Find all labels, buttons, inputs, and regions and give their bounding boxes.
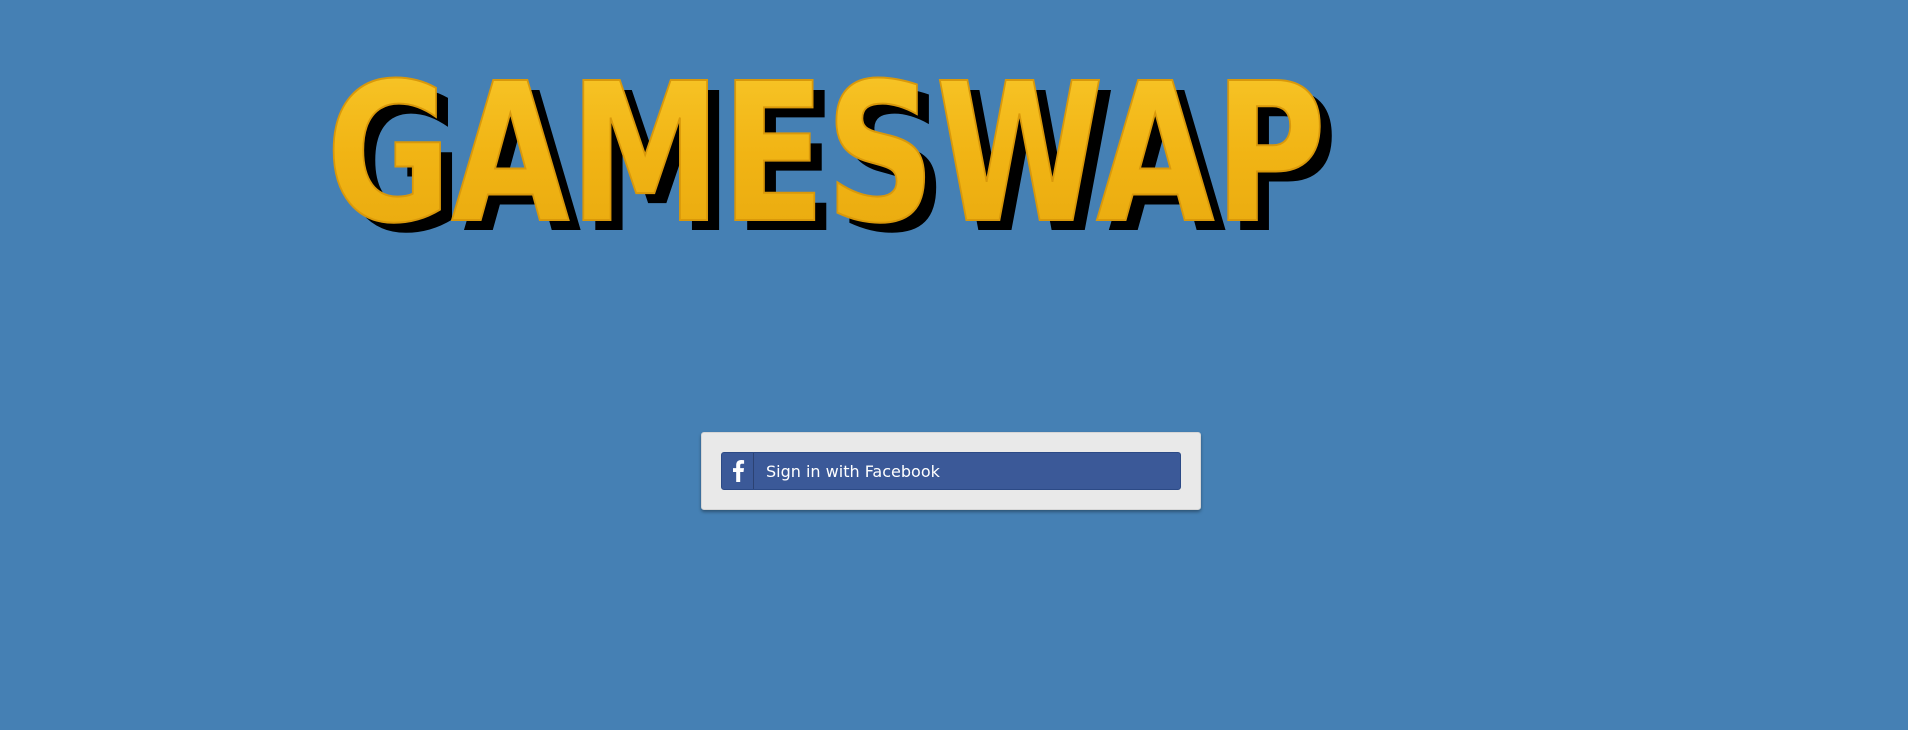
logo-text: GAMESWAP (326, 44, 1326, 244)
gameswap-logo: GAMESWAP GAMESWAP (322, 44, 1342, 244)
login-card: Sign in with Facebook (701, 432, 1201, 510)
facebook-sign-in-button[interactable]: Sign in with Facebook (721, 452, 1181, 490)
facebook-f-icon (722, 453, 754, 489)
facebook-button-label: Sign in with Facebook (766, 461, 940, 481)
